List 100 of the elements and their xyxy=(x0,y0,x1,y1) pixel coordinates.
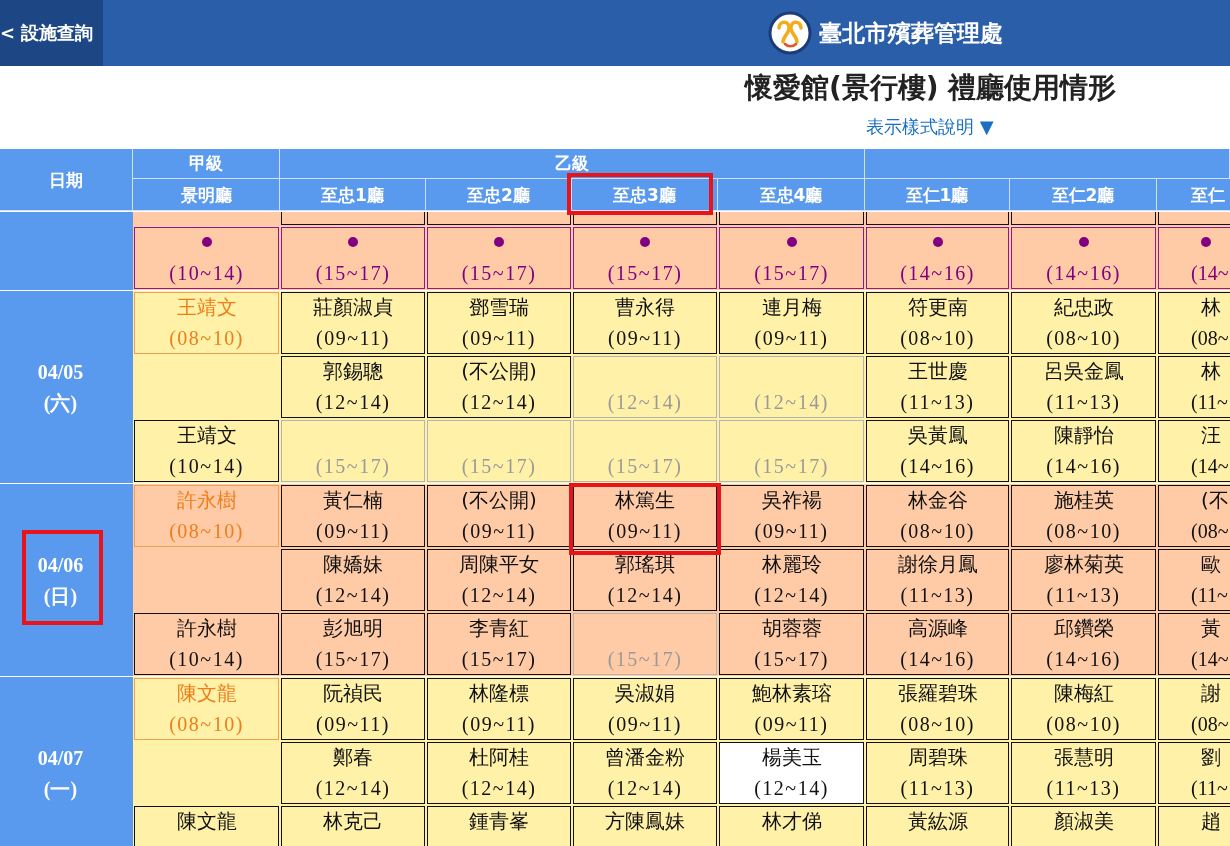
hall-header: 景明廳 xyxy=(180,184,232,205)
time-slot: (11~ xyxy=(1191,580,1228,610)
booking-name: 郭錫聰 xyxy=(323,358,383,384)
booking-name: 吳祚禓 xyxy=(761,487,822,513)
booking-name: (不公開) xyxy=(461,487,537,513)
booking-name: 黃 xyxy=(1201,615,1221,641)
dot-icon xyxy=(201,237,212,247)
time-slot: (12~14) xyxy=(607,773,683,803)
time-slot: (15~17) xyxy=(607,451,683,481)
time-slot: (09~11) xyxy=(462,323,536,353)
time-slot: (12~14) xyxy=(315,580,391,610)
booking-name: 林才俤 xyxy=(761,808,822,834)
weekday-label: (六) xyxy=(43,391,78,417)
page-title: 懷愛館(景行樓) 禮廳使用情形 xyxy=(745,70,1117,106)
booking-name: 鄭春 xyxy=(333,744,373,770)
booking-name: 符更南 xyxy=(907,294,968,320)
time-slot: (08~ xyxy=(1191,323,1229,353)
time-slot: (15~17) xyxy=(461,258,537,288)
booking-name: 鍾青峯 xyxy=(469,808,529,834)
time-slot: (09~11) xyxy=(754,709,829,739)
time-slot: (15~17) xyxy=(607,644,683,674)
time-slot: (09~11) xyxy=(754,323,829,353)
time-slot: (15~17) xyxy=(315,644,391,674)
legend-link[interactable]: 表示樣式說明 ▼ xyxy=(866,115,994,139)
time-slot: (14~16) xyxy=(1046,451,1121,481)
weekday-label: (日) xyxy=(43,584,78,610)
time-slot: (14~16) xyxy=(1046,258,1121,288)
time-slot: (08~10) xyxy=(1046,516,1121,546)
time-slot: (08~10) xyxy=(169,709,244,739)
grade-header: 乙級 xyxy=(555,153,589,173)
time-slot: (15~17) xyxy=(754,451,829,481)
booking-name: 陳梅紅 xyxy=(1053,680,1114,706)
booking-name: 黃仁楠 xyxy=(323,487,383,513)
booking-name: 歐 xyxy=(1201,551,1221,577)
booking-name: (不公開) xyxy=(461,358,537,384)
time-slot: (10~14) xyxy=(169,258,244,288)
time-slot: (12~14) xyxy=(461,773,537,803)
time-slot: (12~14) xyxy=(315,773,391,803)
time-slot: (08~10) xyxy=(900,709,975,739)
hall-header: 至忠1廳 xyxy=(321,184,384,205)
time-slot: (15~17) xyxy=(754,258,829,288)
time-slot: (12~14) xyxy=(607,387,683,417)
booking-name: 林麗玲 xyxy=(761,551,822,577)
time-slot: (09~11) xyxy=(608,516,682,546)
dot-icon xyxy=(1078,237,1089,247)
time-slot: (14~16) xyxy=(900,644,975,674)
time-slot: (09~11) xyxy=(608,323,682,353)
time-slot: (12~14) xyxy=(461,580,537,610)
booking-name: 廖林菊英 xyxy=(1043,551,1124,577)
booking-name: 陳文龍 xyxy=(176,808,237,834)
dot-icon xyxy=(494,237,504,247)
time-slot: (11~ xyxy=(1191,387,1228,417)
booking-name: 連月梅 xyxy=(761,294,822,320)
hall-header: 至仁1廳 xyxy=(905,184,969,205)
booking-name: 胡蓉蓉 xyxy=(761,615,822,641)
time-slot: (09~11) xyxy=(316,323,390,353)
time-slot: (08~10) xyxy=(1046,323,1121,353)
booking-name: 施桂英 xyxy=(1053,487,1114,513)
time-slot: (11~13) xyxy=(900,773,975,803)
dot-icon xyxy=(348,237,358,247)
time-slot: (14~ xyxy=(1191,258,1229,288)
booking-name: 趙 xyxy=(1201,808,1221,834)
dot-icon xyxy=(640,237,650,247)
booking-name: 林 xyxy=(1201,358,1221,384)
time-slot: (14~ xyxy=(1191,451,1229,481)
booking-name: 吳淑娟 xyxy=(615,680,675,706)
time-slot: (10~14) xyxy=(169,644,244,674)
time-slot: (09~11) xyxy=(462,709,536,739)
time-slot: (09~11) xyxy=(316,516,390,546)
back-button[interactable]: < 設施查詢 xyxy=(0,0,103,66)
booking-name: 郭瑤琪 xyxy=(615,551,675,577)
booking-name: 高源峰 xyxy=(907,615,968,641)
agency-name: 臺北市殯葬管理處 xyxy=(819,18,1003,48)
dot-icon xyxy=(932,237,943,247)
time-slot: (11~13) xyxy=(900,387,975,417)
booking-name: 王靖文 xyxy=(176,294,237,320)
time-slot: (15~17) xyxy=(754,644,829,674)
time-slot: (12~14) xyxy=(607,580,683,610)
booking-name: 鄧雪瑞 xyxy=(469,294,529,320)
booking-name: 王世慶 xyxy=(907,358,968,384)
booking-name: 張羅碧珠 xyxy=(897,680,978,706)
time-slot: (08~10) xyxy=(169,516,244,546)
date-label: 04/05 xyxy=(37,360,84,385)
time-slot: (12~14) xyxy=(754,387,829,417)
booking-name: 陳靜怡 xyxy=(1053,422,1114,448)
time-slot: (11~ xyxy=(1191,773,1228,803)
time-slot: (09~11) xyxy=(754,516,829,546)
time-slot: (10~14) xyxy=(169,451,244,481)
time-slot: (11~13) xyxy=(1046,773,1121,803)
booking-name: 李青紅 xyxy=(469,615,529,641)
dot-icon xyxy=(786,237,797,247)
grade-header: 甲級 xyxy=(189,153,223,173)
booking-name: 周碧珠 xyxy=(907,744,968,770)
booking-name: 林 xyxy=(1201,294,1221,320)
time-slot: (14~16) xyxy=(900,258,975,288)
time-slot: (08~10) xyxy=(169,323,244,353)
time-slot: (12~14) xyxy=(461,387,537,417)
dot-icon xyxy=(1201,237,1211,247)
time-slot: (14~16) xyxy=(1046,644,1121,674)
time-slot: (15~17) xyxy=(315,258,391,288)
